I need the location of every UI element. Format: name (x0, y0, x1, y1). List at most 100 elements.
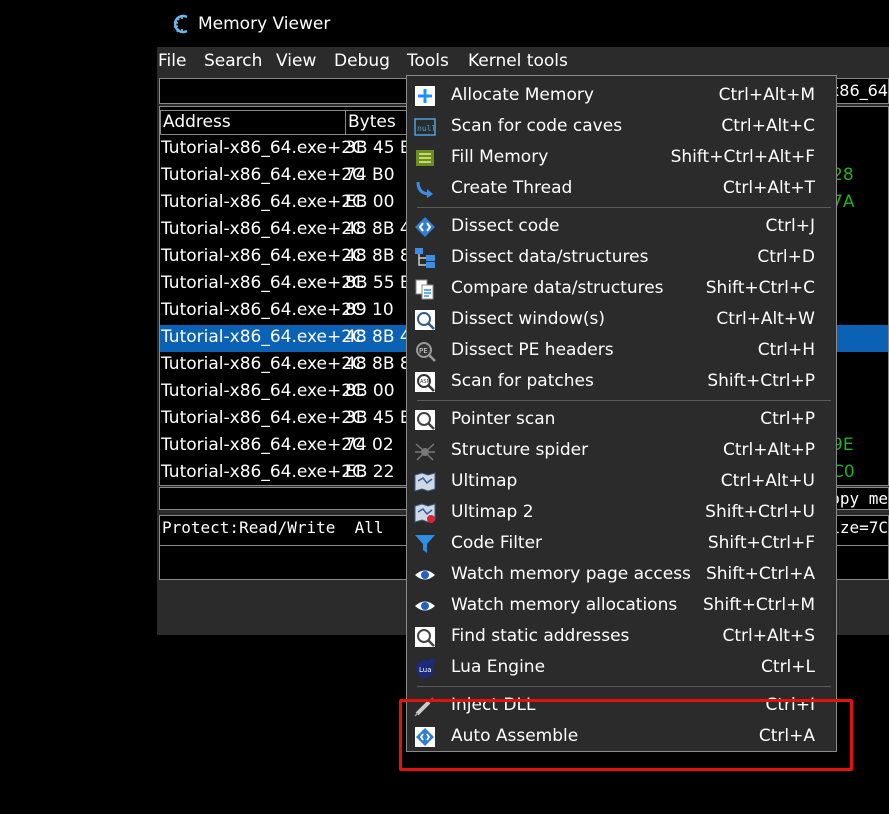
menu-item-label: Allocate Memory (451, 85, 594, 105)
menu-bar: File Search View Debug Tools Kernel tool… (157, 47, 889, 75)
row-bytes: 3B 45 E (345, 138, 411, 158)
menu-view[interactable]: View (276, 51, 316, 71)
menu-kernel-tools[interactable]: Kernel tools (468, 51, 568, 71)
row-address: Tutorial-x86_64.exe+2C (161, 138, 364, 158)
row-address: Tutorial-x86_64.exe+2C (161, 165, 364, 185)
menu-search[interactable]: Search (204, 51, 262, 71)
menu-item-structure-spider[interactable]: Structure spider Ctrl+Alt+P (407, 435, 836, 466)
funnel-icon (414, 533, 436, 555)
column-header-address[interactable]: Address (160, 110, 346, 135)
spider-icon (414, 440, 436, 462)
menu-item-shortcut: Shift+Ctrl+P (707, 371, 815, 391)
title-bar: Memory Viewer (157, 3, 889, 47)
window-title: Memory Viewer (198, 14, 331, 34)
menu-item-shortcut: Ctrl+Alt+W (716, 309, 815, 329)
menu-item-label: Compare data/structures (451, 278, 664, 298)
row-bytes: 74 B0 (345, 165, 395, 185)
eye-icon (414, 564, 436, 586)
menu-item-dissect-pe-headers[interactable]: PE Dissect PE headers Ctrl+H (407, 335, 836, 366)
row-address: Tutorial-x86_64.exe+2C (161, 381, 364, 401)
svg-text:null: null (417, 124, 436, 133)
menu-separator (417, 207, 831, 208)
null-scan-icon: null (414, 116, 436, 138)
menu-item-allocate-memory[interactable]: Allocate Memory Ctrl+Alt+M (407, 80, 836, 111)
menu-item-shortcut: Ctrl+D (757, 247, 815, 267)
row-bytes: 89 10 (345, 300, 394, 320)
menu-separator (417, 400, 831, 401)
menu-item-label: Pointer scan (451, 409, 556, 429)
column-header-bytes[interactable]: Bytes (345, 110, 415, 135)
menu-item-dissect-code[interactable]: Dissect code Ctrl+J (407, 211, 836, 242)
menu-item-scan-for-patches[interactable]: ASM Scan for patches Shift+Ctrl+P (407, 366, 836, 397)
code-brackets-icon (414, 216, 436, 238)
menu-item-shortcut: Shift+Ctrl+F (707, 533, 815, 553)
menu-item-shortcut: Shift+Ctrl+C (705, 278, 815, 298)
menu-item-watch-memory-allocations[interactable]: Watch memory allocations Shift+Ctrl+M (407, 590, 836, 621)
menu-item-find-static-addresses[interactable]: Find static addresses Ctrl+Alt+S (407, 621, 836, 652)
row-address: Tutorial-x86_64.exe+2C (161, 462, 364, 482)
menu-item-pointer-scan[interactable]: Pointer scan Ctrl+P (407, 404, 836, 435)
row-address: Tutorial-x86_64.exe+2C (161, 354, 364, 374)
row-bytes: EB 00 (345, 192, 395, 212)
menu-item-code-filter[interactable]: Code Filter Shift+Ctrl+F (407, 528, 836, 559)
menu-item-shortcut: Ctrl+Alt+C (721, 116, 815, 136)
menu-item-label: Dissect data/structures (451, 247, 649, 267)
row-address: Tutorial-x86_64.exe+2C (161, 327, 364, 347)
menu-item-lua-engine[interactable]: Lua Lua Engine Ctrl+L (407, 652, 836, 683)
menu-item-watch-memory-page-access[interactable]: Watch memory page access Shift+Ctrl+A (407, 559, 836, 590)
structure-tree-icon (414, 247, 436, 269)
row-address: Tutorial-x86_64.exe+2C (161, 219, 364, 239)
magnifier-icon (414, 409, 436, 431)
menu-item-shortcut: Shift+Ctrl+A (705, 564, 815, 584)
menu-item-shortcut: Shift+Ctrl+U (705, 502, 815, 522)
menu-item-label: Ultimap 2 (451, 502, 534, 522)
menu-item-ultimap[interactable]: Ultimap Ctrl+Alt+U (407, 466, 836, 497)
menu-item-shortcut: Ctrl+Alt+T (722, 178, 815, 198)
menu-item-ultimap-2[interactable]: Ultimap 2 Shift+Ctrl+U (407, 497, 836, 528)
menu-file[interactable]: File (158, 51, 186, 71)
pe-magnifier-icon: PE (414, 340, 436, 362)
plus-icon (414, 85, 436, 107)
row-address: Tutorial-x86_64.exe+2C (161, 246, 364, 266)
row-address: Tutorial-x86_64.exe+2C (161, 435, 364, 455)
menu-item-label: Scan for patches (451, 371, 594, 391)
magnifier-window-icon (414, 309, 436, 331)
row-address: Tutorial-x86_64.exe+2C (161, 273, 364, 293)
row-bytes: 8B 00 (345, 381, 395, 401)
menu-debug[interactable]: Debug (334, 51, 390, 71)
map-2-icon (414, 502, 436, 524)
row-bytes: 8B 55 E (345, 273, 411, 293)
row-bytes: 48 8B 4 (345, 327, 411, 347)
menu-item-create-thread[interactable]: Create Thread Ctrl+Alt+T (407, 173, 836, 204)
menu-item-shortcut: Ctrl+Alt+S (722, 626, 815, 646)
asm-magnifier-icon: ASM (414, 371, 436, 393)
menu-item-label: Fill Memory (451, 147, 549, 167)
menu-item-shortcut: Ctrl+Alt+M (718, 85, 815, 105)
menu-item-label: Dissect PE headers (451, 340, 614, 360)
row-bytes: 48 8B 8 (345, 246, 411, 266)
row-bytes: 3B 45 E (345, 408, 411, 428)
menu-item-dissect-data-structures[interactable]: Dissect data/structures Ctrl+D (407, 242, 836, 273)
svg-text:ASM: ASM (420, 379, 431, 385)
row-address: Tutorial-x86_64.exe+2C (161, 300, 364, 320)
menu-item-fill-memory[interactable]: Fill Memory Shift+Ctrl+Alt+F (407, 142, 836, 173)
menu-item-shortcut: Ctrl+H (757, 340, 815, 360)
menu-item-compare-data-structures[interactable]: Compare data/structures Shift+Ctrl+C (407, 273, 836, 304)
row-bytes: EB 22 (345, 462, 395, 482)
row-address: Tutorial-x86_64.exe+2C (161, 408, 364, 428)
menu-item-shortcut: Ctrl+P (760, 409, 815, 429)
cheat-engine-logo-icon (171, 13, 193, 35)
menu-item-label: Watch memory allocations (451, 595, 678, 615)
menu-item-dissect-window-s[interactable]: Dissect window(s) Ctrl+Alt+W (407, 304, 836, 335)
row-bytes: 48 8B 4 (345, 219, 411, 239)
size-info: ize=7C (830, 518, 888, 537)
magnifier-icon (414, 626, 436, 648)
menu-tools[interactable]: Tools (407, 51, 449, 71)
map-icon (414, 471, 436, 493)
svg-text:Lua: Lua (419, 666, 432, 674)
comment-text: opy me (830, 489, 888, 508)
menu-item-label: Ultimap (451, 471, 518, 491)
menu-item-scan-for-code-caves[interactable]: null Scan for code caves Ctrl+Alt+C (407, 111, 836, 142)
row-address: Tutorial-x86_64.exe+2C (161, 192, 364, 212)
menu-item-label: Dissect code (451, 216, 560, 236)
